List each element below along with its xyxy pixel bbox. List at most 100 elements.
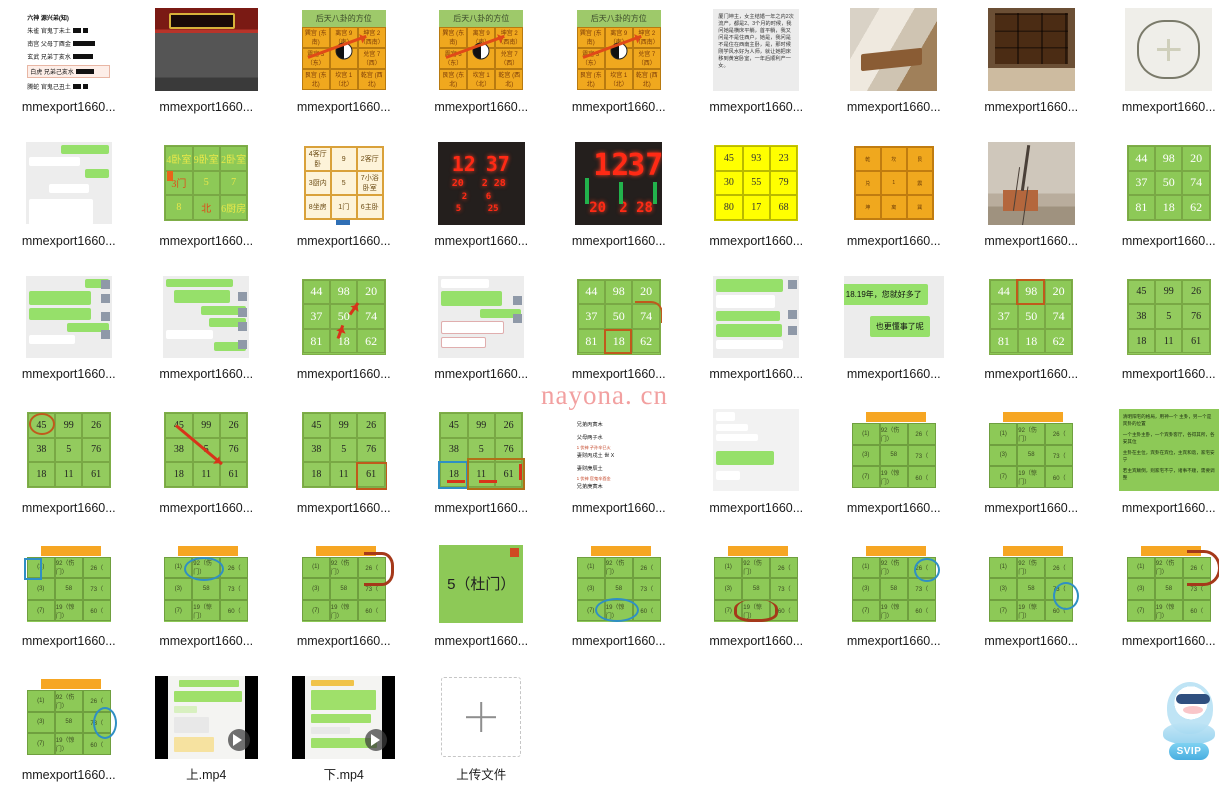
thumbnail[interactable]: 45 99 26 38 5 76 18 11 61 [438, 409, 525, 492]
file-item[interactable]: 45 99 26 38 5 76 18 11 61 mmexport1660..… [0, 405, 138, 539]
thumbnail[interactable]: 后天八卦的方位 巽宫 (东南) 离宫 9（南） 坤宫 2（西南） 震宫 3（东）… [438, 8, 525, 91]
thumbnail[interactable]: 12 37 20 2 28 [575, 141, 663, 225]
file-item[interactable]: 乾坎艮兑1震坤离巽 mmexport1660... [825, 138, 963, 272]
file-item[interactable]: 厦门坤主，女主结婚一年之内2次流产，都是2、3个月的时候，我问她是横床平躺，首平… [688, 4, 826, 138]
file-item[interactable]: mmexport1660... [688, 405, 826, 539]
file-item[interactable]: 44 98 20 37 50 74 81 18 62 mmexport1660.… [963, 271, 1101, 405]
file-item[interactable]: 后天八卦的方位 巽宫 (东南) 离宫 9（南） 坤宫 2（西南） 震宫 3（东）… [550, 4, 688, 138]
upload-box[interactable] [441, 677, 522, 757]
file-item[interactable]: 六神 源兴弟(知) 朱雀 官鬼丁未土 南宫 父母丁酉金 玄武 兄弟丁亥水 白虎 … [0, 4, 138, 138]
thumbnail[interactable] [25, 142, 112, 225]
file-item[interactable]: (1) 92（伤门） 26（ (3) 58 73（ (7) 19（惊门） 60（ [1100, 538, 1219, 672]
thumbnail[interactable]: (1) 92（伤门） 26（ (3) 58 73（ (7) 19（惊门） 60（ [155, 542, 258, 625]
thumbnail[interactable] [987, 8, 1075, 91]
thumbnail[interactable]: (1) 92（伤门） 26（ (3) 58 73（ (7) 19（惊门） 60（ [980, 409, 1083, 492]
thumbnail[interactable]: (1) 92（伤门） 26（ (3) 58 73（ (7) 19（惊门） 60（ [17, 542, 120, 625]
thumbnail[interactable]: 45 93 23 30 55 79 80 17 68 [713, 142, 800, 225]
file-item[interactable]: (1) 92（伤门） 26（ (3) 58 73（ (7) 19（惊门） 60（ [0, 538, 138, 672]
file-item[interactable]: 下.mp4 [275, 672, 413, 793]
thumbnail[interactable]: 兄弟丙寅木 父母两子水 1 伏神 子孙辛巳火 妻财丙戌土 世 X 妻财庚辰土 1… [567, 409, 670, 492]
thumbnail[interactable]: 后天八卦的方位 巽宫 (东南) 离宫 9（南） 坤宫 2（西南） 震宫 3（东）… [575, 8, 662, 91]
file-item[interactable]: (1) 92（伤门） 26（ (3) 58 73（ (7) 19（惊门） 60（ [825, 538, 963, 672]
file-item[interactable]: 45 99 26 38 5 76 18 11 61 mmexport1660..… [413, 405, 551, 539]
thumbnail[interactable]: 后天八卦的方位 巽宫 (东南) 离宫 9（南） 坤宫 2（西南） 震宫 3（东）… [300, 8, 387, 91]
file-item[interactable]: 后天八卦的方位 巽宫 (东南) 离宫 9（南） 坤宫 2（西南） 震宫 3（东）… [413, 4, 551, 138]
file-item[interactable]: 45 93 23 30 55 79 80 17 68 mmexport1660.… [688, 138, 826, 272]
file-item[interactable]: (1) 92（伤门） 26（ (3) 58 73（ (7) 19（惊门） 60（ [688, 538, 826, 672]
thumbnail[interactable]: (1) 92（伤门） 26（ (3) 58 73（ (7) 19（惊门） 60（ [705, 542, 808, 625]
thumbnail[interactable]: 六神 源兴弟(知) 朱雀 官鬼丁未土 南宫 父母丁酉金 玄武 兄弟丁亥水 白虎 … [25, 8, 113, 91]
file-item[interactable]: 5（杜门） mmexport1660... [413, 538, 551, 672]
thumbnail[interactable]: 44 98 20 37 50 74 81 18 62 [575, 275, 663, 358]
file-item[interactable]: (1) 92（伤门） 26（ (3) 58 73（ (7) 19（惊门） 60（ [138, 538, 276, 672]
file-item[interactable]: 4卧室 9卧室 2卧室 3门 5 7 8 北 6厨房 mmexport1660... [138, 138, 276, 272]
file-item[interactable]: (1) 92（伤门） 26（ (3) 58 73（ (7) 19（惊门） 60（ [0, 672, 138, 793]
thumbnail[interactable]: 乾坎艮兑1震坤离巽 [850, 141, 937, 225]
thumbnail[interactable] [987, 141, 1075, 225]
file-item[interactable]: mmexport1660... [413, 271, 551, 405]
upload-dropzone[interactable] [438, 676, 525, 759]
file-item[interactable]: (1) 92（伤门） 26（ (3) 58 73（ (7) 19（惊门） 60（ [275, 538, 413, 672]
file-item[interactable]: 清明阳宅的格局，用神一个 主卦，另一个是宾卦的位置 一个主卦主卧，一个宾卦客厅，… [1100, 405, 1219, 539]
thumbnail[interactable]: 44 98 20 37 50 74 81 18 62 [1125, 142, 1212, 225]
thumbnail[interactable]: (1) 92（伤门） 26（ (3) 58 73（ (7) 19（惊门） 60（ [292, 542, 395, 625]
thumbnail[interactable]: (1) 92（伤门） 26（ (3) 58 73（ (7) 19（惊门） 60（ [567, 542, 670, 625]
thumbnail[interactable]: 44 98 20 37 50 74 81 18 62 [300, 275, 387, 358]
thumbnail[interactable] [292, 675, 396, 759]
thumbnail[interactable] [713, 409, 800, 492]
file-item[interactable]: mmexport1660... [138, 271, 276, 405]
thumbnail[interactable]: 4卧室 9卧室 2卧室 3门 5 7 8 北 6厨房 [163, 142, 250, 225]
thumbnail[interactable] [438, 275, 525, 358]
file-item[interactable]: (1) 92（伤门） 26（ (3) 58 73（ (7) 19（惊门） 60（… [825, 405, 963, 539]
svip-widget[interactable]: SVIP [1163, 682, 1215, 760]
file-item[interactable]: 44 98 20 37 50 74 81 18 62 mmexport1660.… [1100, 138, 1219, 272]
file-item[interactable]: 后天八卦的方位 巽宫 (东南) 离宫 9（南） 坤宫 2（西南） 震宫 3（东）… [275, 4, 413, 138]
play-icon[interactable] [227, 728, 250, 751]
file-item[interactable]: (1) 92（伤门） 26（ (3) 58 73（ (7) 19（惊门） 60（ [550, 538, 688, 672]
svip-badge[interactable]: SVIP [1169, 743, 1209, 760]
thumbnail[interactable]: 44 98 20 37 50 74 81 18 62 [988, 275, 1075, 358]
file-item[interactable]: 18.19年，您就好多了 也更懂事了呢 mmexport1660... [825, 271, 963, 405]
file-item[interactable]: mmexport1660... [963, 4, 1101, 138]
thumbnail[interactable]: 18.19年，您就好多了 也更懂事了呢 [842, 275, 945, 358]
file-item[interactable]: 44 98 20 37 50 74 81 18 62 mmexport1660.… [275, 271, 413, 405]
file-item[interactable]: 12 37 20 2 28 mmexport1660... [550, 138, 688, 272]
file-item[interactable]: 45 99 26 38 5 76 18 11 61 mmexport1660..… [138, 405, 276, 539]
thumbnail[interactable] [154, 675, 258, 759]
thumbnail[interactable]: 清明阳宅的格局，用神一个 主卦，另一个是宾卦的位置 一个主卦主卧，一个宾卦客厅，… [1117, 409, 1219, 492]
file-item[interactable]: 12 37 20 2 28 2 6 5 25 mmexport1660... [413, 138, 551, 272]
file-item[interactable]: mmexport1660... [138, 4, 276, 138]
thumbnail[interactable]: 5（杜门） [438, 542, 525, 625]
thumbnail[interactable]: (1) 92（伤门） 26（ (3) 58 73（ (7) 19（惊门） 60（ [17, 676, 120, 759]
thumbnail[interactable]: 厦门坤主，女主结婚一年之内2次流产，都是2、3个月的时候，我问她是横床平躺，首平… [713, 8, 800, 91]
file-item[interactable]: (1) 92（伤门） 26（ (3) 58 73（ (7) 19（惊门） 60（… [963, 405, 1101, 539]
thumbnail[interactable]: 45 99 26 38 5 76 18 11 61 [300, 409, 388, 492]
thumbnail[interactable] [850, 8, 938, 91]
thumbnail[interactable] [25, 275, 112, 358]
file-item[interactable]: mmexport1660... [825, 4, 963, 138]
file-item[interactable]: 45 99 26 38 5 76 18 11 61 mmexport1660..… [275, 405, 413, 539]
thumbnail[interactable] [154, 8, 258, 91]
thumbnail[interactable] [713, 275, 800, 358]
thumbnail[interactable]: (1) 92（伤门） 26（ (3) 58 73（ (7) 19（惊门） 60（ [842, 409, 945, 492]
file-item[interactable]: mmexport1660... [0, 271, 138, 405]
thumbnail[interactable]: 45 99 26 38 5 76 18 11 61 [1125, 275, 1212, 358]
file-item[interactable]: 4客厅 卧 9 2客厅 3厨内 5 7小浴 卧室 8坐房 1门 6主卧 mmex… [275, 138, 413, 272]
file-item[interactable]: mmexport1660... [688, 271, 826, 405]
thumbnail[interactable]: 45 99 26 38 5 76 18 11 61 [163, 409, 250, 492]
file-item[interactable]: 兄弟丙寅木 父母两子水 1 伏神 子孙辛巳火 妻财丙戌土 世 X 妻财庚辰土 1… [550, 405, 688, 539]
thumbnail[interactable]: 45 99 26 38 5 76 18 11 61 [25, 409, 112, 492]
file-item[interactable]: mmexport1660... [0, 138, 138, 272]
file-item[interactable]: 上.mp4 [138, 672, 276, 793]
thumbnail[interactable]: 4客厅 卧 9 2客厅 3厨内 5 7小浴 卧室 8坐房 1门 6主卧 [300, 142, 387, 225]
thumbnail[interactable]: 12 37 20 2 28 2 6 5 25 [437, 141, 525, 225]
thumbnail[interactable] [163, 275, 250, 358]
thumbnail[interactable] [1125, 8, 1213, 91]
file-item[interactable]: mmexport1660... [963, 138, 1101, 272]
file-item[interactable]: mmexport1660... [1100, 4, 1219, 138]
play-icon[interactable] [365, 728, 388, 751]
thumbnail[interactable]: (1) 92（伤门） 26（ (3) 58 73（ (7) 19（惊门） 60（ [1117, 542, 1219, 625]
file-item[interactable]: (1) 92（伤门） 26（ (3) 58 73（ (7) 19（惊门） 60（ [963, 538, 1101, 672]
thumbnail[interactable]: (1) 92（伤门） 26（ (3) 58 73（ (7) 19（惊门） 60（ [980, 542, 1083, 625]
thumbnail[interactable]: (1) 92（伤门） 26（ (3) 58 73（ (7) 19（惊门） 60（ [842, 542, 945, 625]
